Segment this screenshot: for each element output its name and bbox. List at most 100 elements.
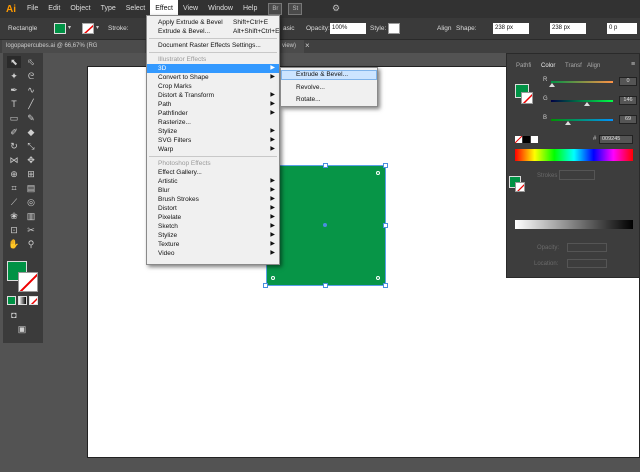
paintbrush-tool-icon[interactable]: ✎: [24, 112, 38, 124]
artboard-tool-icon[interactable]: ⊡: [7, 224, 21, 236]
line-tool-icon[interactable]: ╱: [24, 98, 38, 110]
menu-item-path[interactable]: Path ▶: [147, 100, 279, 109]
stroke-swatch[interactable]: [82, 23, 94, 34]
raster-settings-item[interactable]: Document Raster Effects Settings...: [147, 41, 279, 50]
submenu-item-extrude-bevel[interactable]: Extrude & Bevel...: [281, 70, 377, 80]
perspective-grid-tool-icon[interactable]: ⊞: [24, 168, 38, 180]
menu-item-crop-marks[interactable]: Crop Marks: [147, 82, 279, 91]
submenu-item-revolve[interactable]: Revolve...: [281, 83, 377, 92]
hand-tool-icon[interactable]: ✋: [7, 238, 21, 250]
corner-widget[interactable]: [376, 276, 380, 280]
selection-handle-bottom-right[interactable]: [383, 283, 388, 288]
gradient-tool-icon[interactable]: ▤: [24, 182, 38, 194]
selection-handle-right-middle[interactable]: [383, 223, 388, 228]
submenu-item-rotate[interactable]: Rotate...: [281, 95, 377, 104]
menu-item-convert-to-shape[interactable]: Convert to Shape ▶: [147, 73, 279, 82]
panel-stroke-swatch[interactable]: [521, 92, 533, 104]
sync-icon[interactable]: ⚙: [332, 3, 344, 15]
color-spectrum[interactable]: [515, 149, 633, 161]
black-swatch[interactable]: [523, 136, 530, 143]
column-graph-tool-icon[interactable]: ▥: [24, 210, 38, 222]
menu-item-svg-filters[interactable]: SVG Filters ▶: [147, 136, 279, 145]
shape-label[interactable]: Shape:: [456, 25, 477, 32]
magic-wand-tool-icon[interactable]: ✦: [7, 70, 21, 82]
blue-slider[interactable]: [551, 119, 613, 121]
menu-item-distort[interactable]: Distort ▶: [147, 204, 279, 213]
menu-object[interactable]: Object: [65, 0, 95, 18]
blend-tool-icon[interactable]: ◎: [24, 196, 38, 208]
menu-item-artistic[interactable]: Artistic ▶: [147, 177, 279, 186]
menu-edit[interactable]: Edit: [43, 0, 65, 18]
fill-dropdown-icon[interactable]: ▾: [68, 24, 71, 31]
panel-menu-icon[interactable]: ≡: [631, 61, 635, 68]
direct-selection-tool-icon[interactable]: ⬁: [24, 56, 38, 68]
green-slider[interactable]: [551, 100, 613, 102]
document-tab-view[interactable]: view): [280, 40, 304, 53]
stroke-dropdown-icon[interactable]: ▾: [96, 24, 99, 31]
width-field[interactable]: 238 px: [493, 23, 529, 34]
align-label[interactable]: Align: [437, 25, 451, 32]
menu-item-effect-gallery[interactable]: Effect Gallery...: [147, 168, 279, 177]
green-value-field[interactable]: 146: [619, 96, 637, 105]
curvature-tool-icon[interactable]: ∿: [24, 84, 38, 96]
red-slider-thumb[interactable]: [549, 83, 555, 87]
zoom-tool-icon[interactable]: ⚲: [24, 238, 38, 250]
menu-item-sketch[interactable]: Sketch ▶: [147, 222, 279, 231]
draw-mode-icon[interactable]: ◘: [7, 309, 21, 321]
menu-item-rasterize[interactable]: Rasterize...: [147, 118, 279, 127]
corner-widget[interactable]: [376, 171, 380, 175]
apply-extrude-bevel-item[interactable]: Apply Extrude & Bevel Shift+Ctrl+E: [147, 18, 279, 27]
close-tab-icon[interactable]: ×: [305, 41, 310, 50]
eyedropper-tool-icon[interactable]: ⟋: [7, 196, 21, 208]
tab-transform[interactable]: Transf: [565, 60, 582, 72]
menu-item-warp[interactable]: Warp ▶: [147, 145, 279, 154]
blue-slider-thumb[interactable]: [565, 121, 571, 125]
bridge-button[interactable]: Br: [268, 3, 283, 15]
symbol-sprayer-tool-icon[interactable]: ❀: [7, 210, 21, 222]
fill-mode-gradient-icon[interactable]: [18, 296, 27, 305]
menu-file[interactable]: File: [22, 0, 43, 18]
none-swatch-icon[interactable]: [515, 136, 522, 143]
scale-tool-icon[interactable]: ⤡: [24, 140, 38, 152]
menu-item-stylize[interactable]: Stylize ▶: [147, 127, 279, 136]
opacity-label[interactable]: Opacity:: [306, 25, 330, 32]
red-value-field[interactable]: 0: [619, 77, 637, 86]
rotate-tool-icon[interactable]: ↻: [7, 140, 21, 152]
stroke-color-swatch[interactable]: [18, 272, 38, 292]
menu-item-blur[interactable]: Blur ▶: [147, 186, 279, 195]
menu-item-brush-strokes[interactable]: Brush Strokes ▶: [147, 195, 279, 204]
pen-tool-icon[interactable]: ✒: [7, 84, 21, 96]
selection-handle-bottom-center[interactable]: [323, 283, 328, 288]
rectangle-tool-icon[interactable]: ▭: [7, 112, 21, 124]
tab-pathfinder[interactable]: Pathfi: [516, 60, 531, 72]
menu-item-distort-transform[interactable]: Distort & Transform ▶: [147, 91, 279, 100]
menu-type[interactable]: Type: [96, 0, 121, 18]
type-tool-icon[interactable]: T: [7, 98, 21, 110]
menu-item-3d[interactable]: 3D ▶: [147, 64, 279, 73]
eraser-tool-icon[interactable]: ◆: [24, 126, 38, 138]
menu-item-texture[interactable]: Texture ▶: [147, 240, 279, 249]
opacity-field[interactable]: 100%: [330, 23, 366, 34]
fill-mode-color-icon[interactable]: [7, 296, 16, 305]
extrude-bevel-item[interactable]: Extrude & Bevel... Alt+Shift+Ctrl+E: [147, 27, 279, 36]
document-tab[interactable]: logopapercubes.ai @ 66,67% (RG: [2, 40, 145, 53]
menu-item-stylize-ps[interactable]: Stylize ▶: [147, 231, 279, 240]
gradient-ramp[interactable]: [515, 220, 633, 229]
blue-value-field[interactable]: 69: [619, 115, 637, 124]
panel-stroke-swatch-2[interactable]: [515, 182, 525, 192]
tab-align[interactable]: Align: [587, 60, 600, 72]
fill-mode-none-icon[interactable]: [29, 296, 38, 305]
selection-handle-top-right[interactable]: [383, 163, 388, 168]
puppet-warp-tool-icon[interactable]: ✥: [24, 154, 38, 166]
mesh-tool-icon[interactable]: ⌗: [7, 182, 21, 194]
green-slider-thumb[interactable]: [584, 102, 590, 106]
white-swatch[interactable]: [531, 136, 538, 143]
selection-tool-icon[interactable]: ⬉: [7, 56, 21, 68]
lasso-tool-icon[interactable]: ᘓ: [24, 70, 38, 82]
slice-tool-icon[interactable]: ✂: [24, 224, 38, 236]
hex-field[interactable]: 009245: [599, 135, 633, 144]
style-swatch[interactable]: [388, 23, 400, 34]
width-tool-icon[interactable]: ⋈: [7, 154, 21, 166]
shape-builder-tool-icon[interactable]: ⊕: [7, 168, 21, 180]
height-field[interactable]: 238 px: [550, 23, 586, 34]
